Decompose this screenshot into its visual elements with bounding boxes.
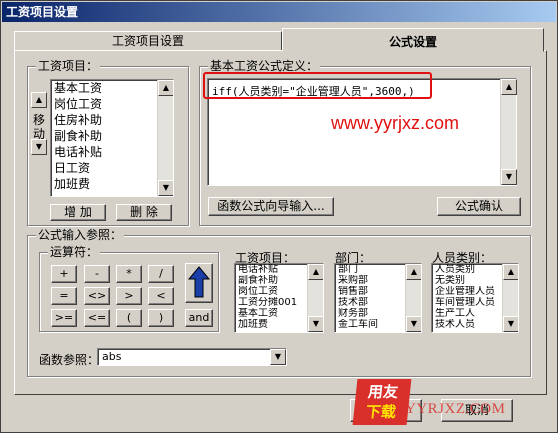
move-label: 移动	[32, 113, 45, 141]
op-multiply-button[interactable]: *	[116, 265, 142, 283]
formula-confirm-button[interactable]: 公式确认	[437, 197, 521, 216]
op-equal-button[interactable]: =	[51, 287, 77, 305]
list-item[interactable]: 岗位工资	[51, 96, 173, 112]
list-item[interactable]: 住房补助	[51, 112, 173, 128]
op-less-button[interactable]: <	[148, 287, 174, 305]
list-item[interactable]: 副食补助	[51, 128, 173, 144]
list-item[interactable]: 日工资	[51, 160, 173, 176]
func-ref-label: 函数参照：	[39, 353, 100, 367]
func-ref-value: abs	[102, 350, 122, 363]
scroll-down-icon[interactable]: ▼	[308, 316, 323, 332]
formula-scrollbar[interactable]: ▲ ▼	[500, 79, 517, 185]
list-item[interactable]: 基本工资	[51, 80, 173, 96]
op-left-paren-button[interactable]: (	[116, 309, 142, 327]
scroll-up-icon[interactable]: ▲	[501, 79, 517, 95]
add-button[interactable]: 增 加	[50, 204, 106, 221]
salary-items-group-label: 工资项目：	[36, 59, 101, 73]
op-and-button[interactable]: and	[185, 309, 213, 327]
chevron-down-icon[interactable]: ▼	[270, 349, 286, 365]
move-down-button[interactable]: ▼	[31, 139, 47, 155]
scroll-up-icon[interactable]: ▲	[503, 264, 518, 280]
op-right-paren-button[interactable]: )	[148, 309, 174, 327]
dialog-window: 工资项目设置 工资项目设置 公式设置 工资项目： ▲ 移动 ▼ 基本工资 岗位工…	[0, 0, 558, 433]
category-ref-list[interactable]: 人员类别 无类别 企业管理人员 车间管理人员 生产工人 技术人员 ▲ ▼	[431, 263, 519, 333]
salary-items-list[interactable]: 基本工资 岗位工资 住房补助 副食补助 电话补贴 日工资 加班费 ▲ ▼	[50, 79, 174, 197]
item-ref-list[interactable]: 电话补贴 副食补助 岗位工资 工资分摊001 基本工资 加班费 ▲ ▼	[234, 263, 324, 333]
dept-ref-list[interactable]: 部门 采购部 销售部 技术部 财务部 金工车间 ▲ ▼	[334, 263, 422, 333]
op-divide-button[interactable]: /	[148, 265, 174, 283]
op-not-equal-button[interactable]: <>	[84, 287, 110, 305]
arrow-up-icon: ▲	[35, 95, 43, 104]
watermark-logo-line1: 用友	[367, 383, 399, 401]
scroll-up-icon[interactable]: ▲	[406, 264, 421, 280]
category-ref-scrollbar[interactable]: ▲ ▼	[502, 264, 518, 332]
watermark-site: YYRJXZ.COM	[405, 401, 506, 417]
scroll-down-icon[interactable]: ▼	[503, 316, 518, 332]
dept-ref-scrollbar[interactable]: ▲ ▼	[405, 264, 421, 332]
title-bar: 工资项目设置	[2, 2, 556, 22]
operators-group-label: 运算符：	[48, 245, 101, 259]
op-greater-equal-button[interactable]: >=	[51, 309, 77, 327]
formula-ref-group-label: 公式输入参照：	[36, 228, 125, 242]
arrow-up-large-icon	[187, 266, 211, 298]
formula-wizard-button[interactable]: 函数公式向导输入...	[208, 197, 334, 216]
tab-formula-settings[interactable]: 公式设置	[282, 28, 544, 52]
highlight-box	[203, 72, 432, 99]
tab-salary-items[interactable]: 工资项目设置	[14, 31, 282, 50]
list-item[interactable]: 电话补贴	[51, 144, 173, 160]
delete-button[interactable]: 删 除	[116, 204, 172, 221]
scroll-down-icon[interactable]: ▼	[158, 180, 173, 196]
scroll-down-icon[interactable]: ▼	[501, 169, 517, 185]
salary-items-scrollbar[interactable]: ▲ ▼	[157, 80, 173, 196]
scroll-up-icon[interactable]: ▲	[158, 80, 173, 96]
insert-arrow-button[interactable]	[185, 263, 213, 303]
op-less-equal-button[interactable]: <=	[84, 309, 110, 327]
watermark-url: www.yyrjxz.com	[331, 113, 460, 133]
scroll-up-icon[interactable]: ▲	[308, 264, 323, 280]
arrow-down-icon: ▼	[35, 142, 43, 151]
list-item[interactable]: 加班费	[51, 176, 173, 192]
watermark-logo: 用友 下载	[352, 379, 412, 425]
op-minus-button[interactable]: -	[84, 265, 110, 283]
op-greater-button[interactable]: >	[116, 287, 142, 305]
item-ref-scrollbar[interactable]: ▲ ▼	[307, 264, 323, 332]
formula-def-group-label: 基本工资公式定义：	[208, 59, 321, 73]
func-ref-select[interactable]: abs ▼	[97, 348, 287, 366]
scroll-down-icon[interactable]: ▼	[406, 316, 421, 332]
move-up-button[interactable]: ▲	[31, 92, 47, 108]
op-plus-button[interactable]: +	[51, 265, 77, 283]
watermark-logo-line2: 下载	[364, 403, 397, 421]
